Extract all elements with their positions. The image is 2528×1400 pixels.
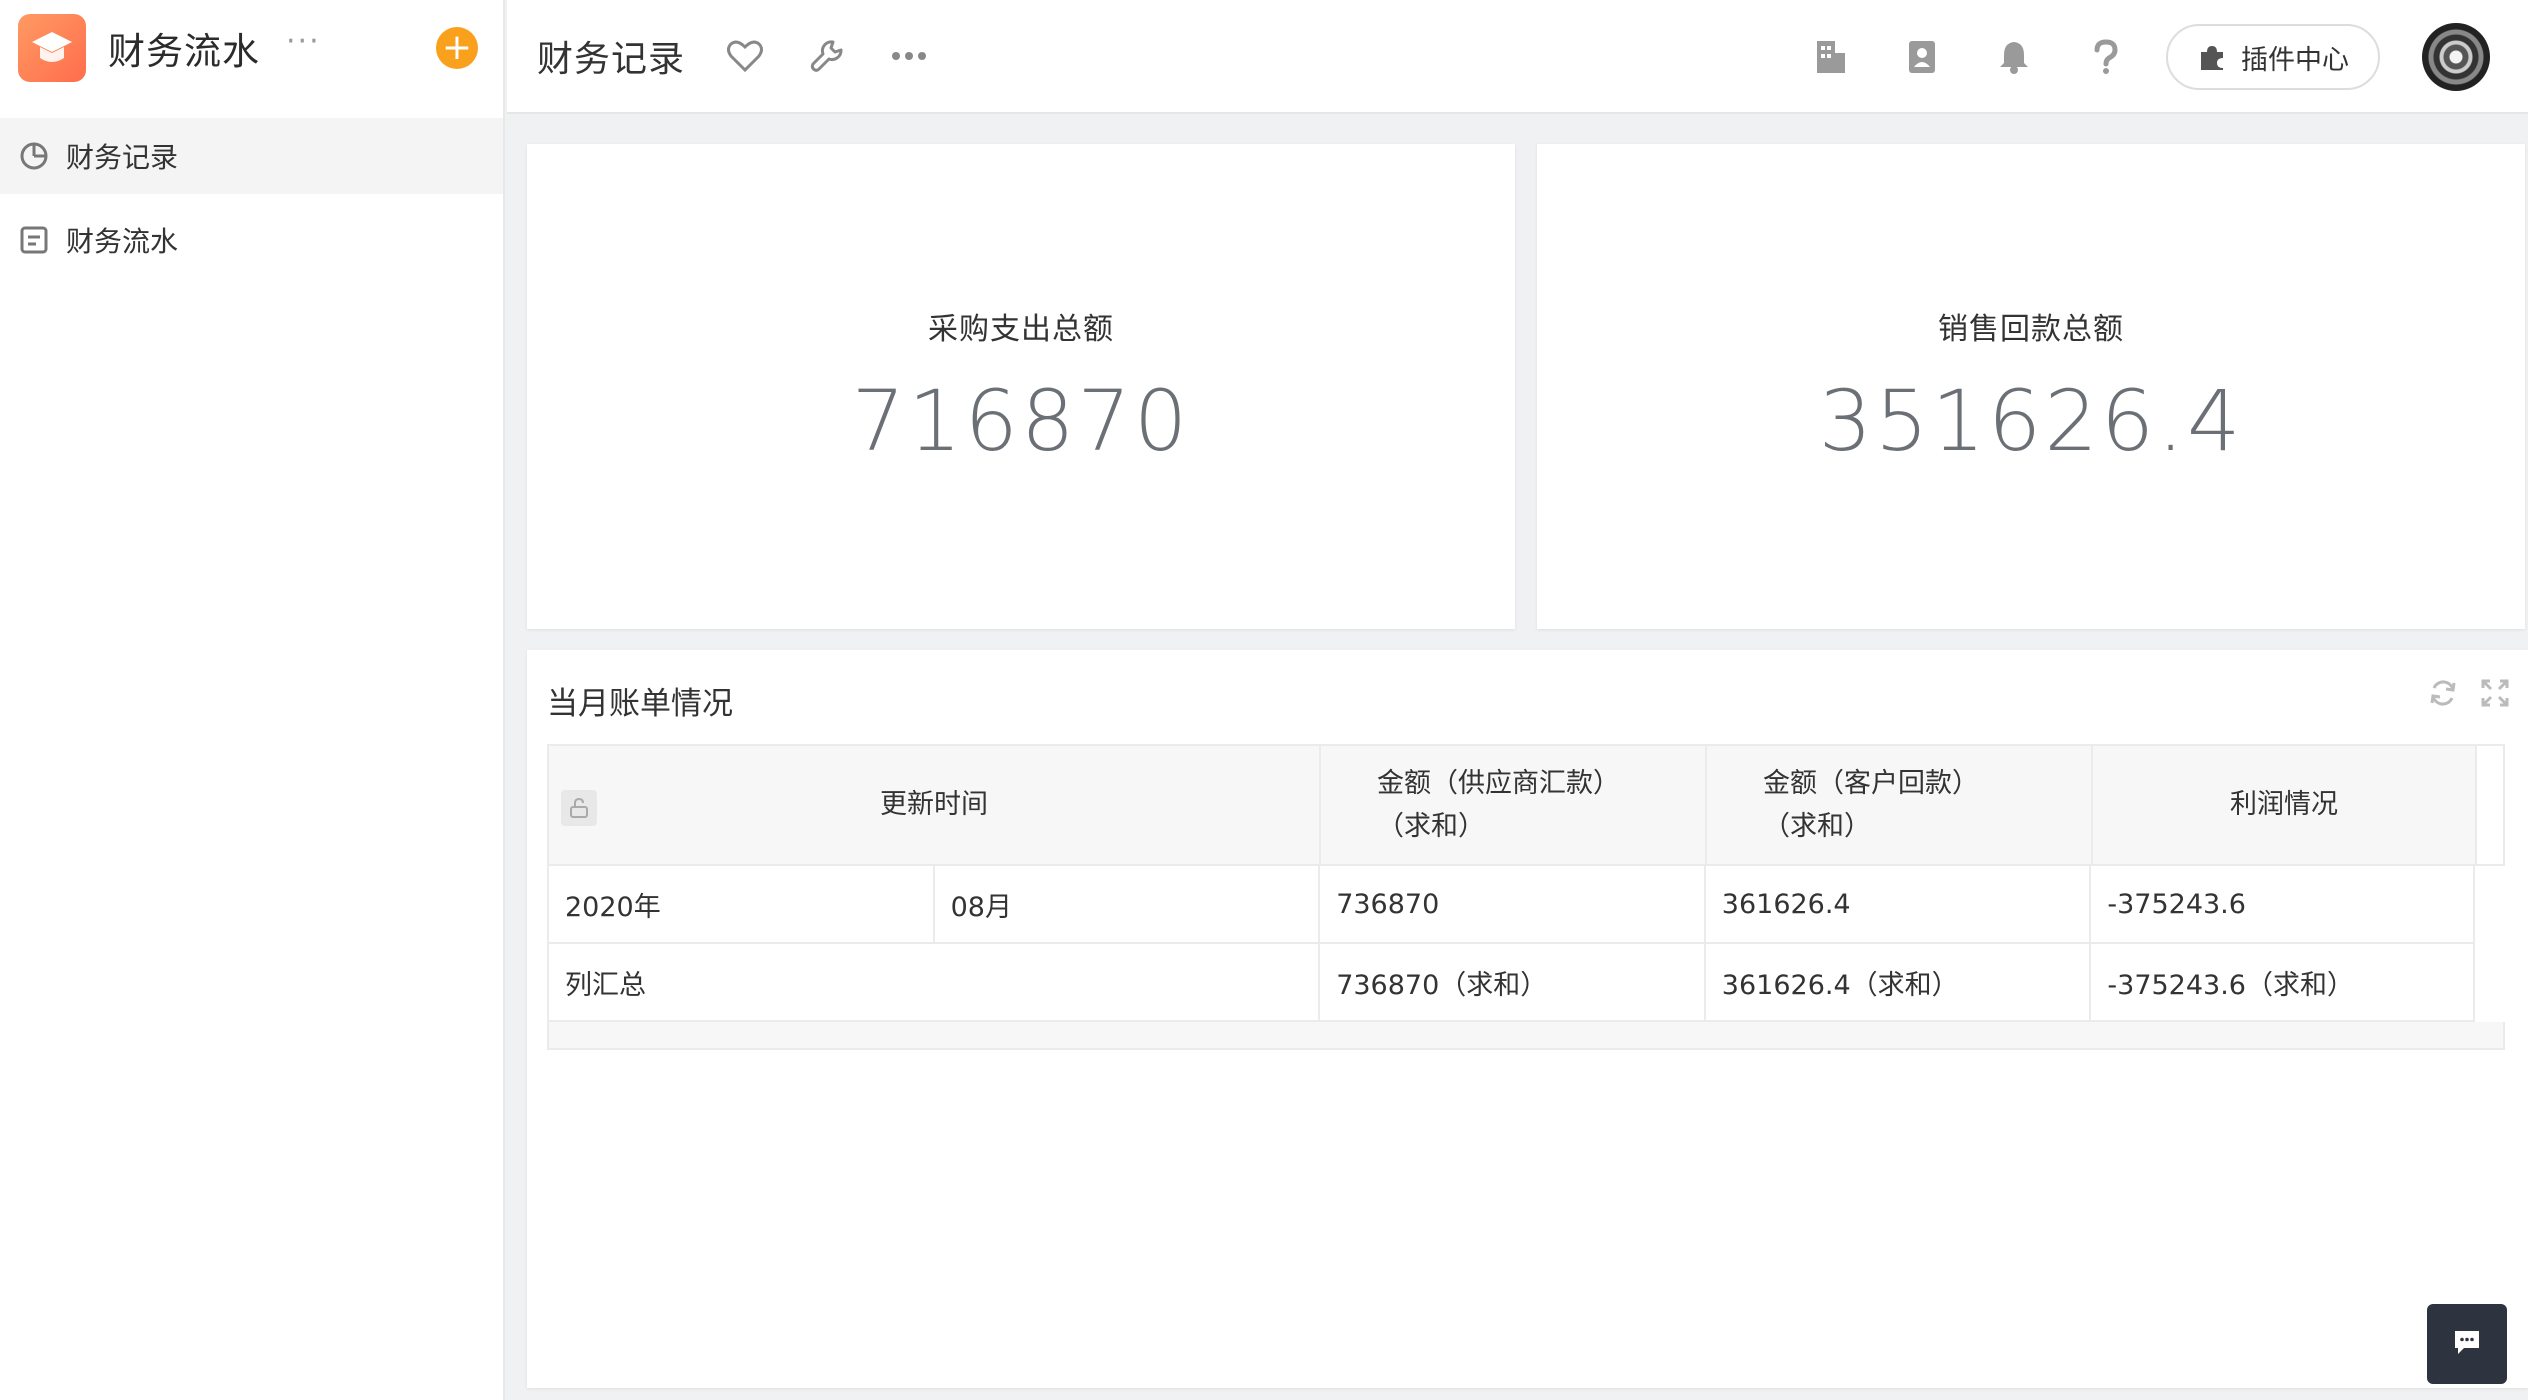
sidebar-nav: 财务记录 财务流水 (0, 118, 503, 286)
header-update-time[interactable]: 更新时间 (549, 746, 1321, 864)
app-logo-icon[interactable] (18, 14, 86, 82)
pivot-table: 更新时间 金额（供应商汇款） （求和） 金额（客户回款） （求和） 利润情况 2… (547, 744, 2505, 1050)
sidebar-header: 财务流水 ··· (0, 0, 503, 96)
summary-profit[interactable]: -375243.6（求和） (2091, 944, 2476, 1020)
summary-supplier[interactable]: 736870（求和） (1320, 944, 1706, 1020)
cell-customer[interactable]: 361626.4 (1706, 866, 2092, 942)
summary-label: 列汇总 (549, 944, 1321, 1020)
refresh-icon[interactable] (2428, 678, 2458, 708)
chat-bubble-icon (2452, 1328, 2482, 1360)
building-icon[interactable] (1808, 35, 1852, 79)
header-sublabel: （求和） (1763, 811, 1871, 842)
header-sublabel: （求和） (1377, 811, 1485, 842)
wrench-icon[interactable] (805, 34, 849, 78)
header-label: 更新时间 (880, 789, 988, 821)
table-header: 更新时间 金额（供应商汇款） （求和） 金额（客户回款） （求和） 利润情况 (547, 744, 2505, 866)
card-actions (2428, 678, 2510, 708)
sidebar-item-finance-records[interactable]: 财务记录 (0, 118, 503, 194)
summary-customer[interactable]: 361626.4（求和） (1706, 944, 2092, 1020)
favorite-heart-icon[interactable] (723, 34, 767, 78)
plugin-center-button[interactable]: 插件中心 (2166, 24, 2380, 90)
app-more-icon[interactable]: ··· (286, 27, 321, 69)
sidebar-item-finance-flow[interactable]: 财务流水 (0, 202, 503, 278)
page-title: 财务记录 (537, 39, 686, 80)
stat-card-sales: 销售回款总额 351626.4 (1537, 144, 2525, 629)
user-avatar[interactable] (2422, 23, 2490, 91)
header-customer-amount[interactable]: 金额（客户回款） （求和） (1707, 746, 2093, 864)
stat-value: 351626.4 (1818, 372, 2244, 470)
horizontal-scrollbar[interactable] (547, 1022, 2505, 1050)
card-title: 当月账单情况 (547, 686, 733, 722)
bell-icon[interactable] (1992, 35, 2036, 79)
add-button[interactable]: + (436, 27, 478, 69)
help-icon[interactable] (2084, 35, 2128, 79)
unlock-icon[interactable] (561, 790, 597, 826)
sidebar-item-label: 财务记录 (66, 141, 179, 174)
cell-year[interactable]: 2020年 (549, 866, 935, 942)
stat-label: 销售回款总额 (1938, 312, 2124, 347)
puzzle-icon (2197, 42, 2227, 72)
contacts-icon[interactable] (1900, 35, 1944, 79)
summary-row: 列汇总 736870（求和） 361626.4（求和） -375243.6（求和… (547, 944, 2476, 1022)
stat-label: 采购支出总额 (928, 312, 1114, 347)
header-supplier-amount[interactable]: 金额（供应商汇款） （求和） (1321, 746, 1707, 864)
table-row: 2020年 08月 736870 361626.4 -375243.6 (547, 866, 2475, 944)
fullscreen-icon[interactable] (2480, 678, 2510, 708)
monthly-bill-card: 当月账单情况 更新时间 金额（供应商汇款） （求和） 金额（客户回款） （求和） (527, 650, 2528, 1388)
header-label: 利润情况 (2230, 789, 2338, 821)
header-label: 金额（客户回款） (1763, 767, 1979, 799)
header-filler (2477, 746, 2503, 864)
stat-card-purchase: 采购支出总额 716870 (527, 144, 1515, 629)
more-horizontal-icon[interactable] (887, 34, 931, 78)
sidebar: 财务流水 ··· + 财务记录 财务流水 (0, 0, 505, 1400)
header-label: 金额（供应商汇款） (1377, 767, 1620, 799)
stat-value: 716870 (851, 372, 1191, 470)
plugin-center-label: 插件中心 (2241, 44, 2349, 76)
chat-button[interactable] (2427, 1304, 2507, 1384)
top-bar-right: 插件中心 (1760, 0, 2528, 114)
header-profit[interactable]: 利润情况 (2093, 746, 2477, 864)
sidebar-item-label: 财务流水 (66, 225, 179, 258)
top-bar: 财务记录 插件中心 (507, 0, 2528, 114)
cell-month[interactable]: 08月 (935, 866, 1321, 942)
cell-profit[interactable]: -375243.6 (2091, 866, 2475, 942)
app-title[interactable]: 财务流水 (108, 21, 260, 75)
form-icon (18, 224, 50, 256)
cell-supplier[interactable]: 736870 (1320, 866, 1706, 942)
pie-chart-icon (18, 140, 50, 172)
